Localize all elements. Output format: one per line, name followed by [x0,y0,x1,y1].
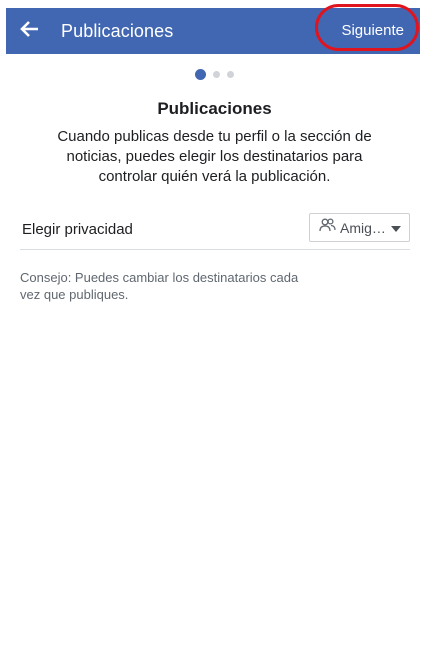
caret-down-icon [391,219,401,237]
audience-value: Amig… [340,219,386,236]
privacy-row: Elegir privacidad Amig… [20,210,410,250]
page-title: Publicaciones [61,20,174,41]
app-bar: Publicaciones Siguiente [6,8,420,54]
audience-selector[interactable]: Amig… [309,213,410,242]
section-description: Cuando publicas desde tu perfil o la sec… [57,128,372,185]
privacy-label: Elegir privacidad [22,221,133,238]
arrow-left-icon [20,20,40,43]
page-dot [227,71,234,78]
screen: Publicaciones Siguiente Publicaciones Cu… [0,0,429,652]
next-button-wrap: Siguiente [329,8,416,54]
page-dot [213,71,220,78]
friends-icon [319,218,336,237]
section-heading: Publicaciones [157,99,272,118]
page-indicator [0,69,429,80]
page-dot-active [195,69,206,80]
back-button[interactable] [20,8,60,54]
next-button[interactable]: Siguiente [329,8,416,54]
tip-text: Consejo: Puedes cambiar los destinatario… [20,270,299,302]
